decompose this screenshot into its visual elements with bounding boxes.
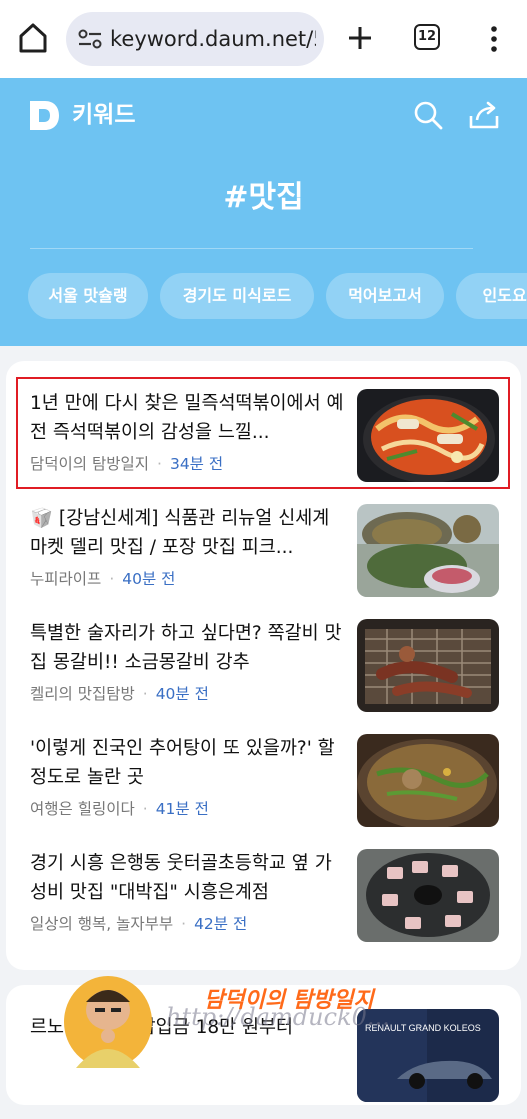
article-time: 41분 전: [155, 800, 209, 818]
keyword-header: 키워드 #맛집 서울 맛슐랭 경기도 미식로드 먹어보고서 인도요리: [0, 78, 527, 346]
tab-switcher-button[interactable]: 12: [414, 24, 440, 50]
article-source: 여행은 힐링이다: [30, 800, 135, 818]
article-title[interactable]: 특별한 술자리가 하고 싶다면? 쪽갈비 맛집 몽갈비!! 소금몽갈비 강추: [30, 619, 346, 677]
url-text[interactable]: keyword.daum.net/5: [110, 26, 316, 52]
watermark-title: 담덕이의 탐방일지: [204, 987, 374, 1013]
article-item[interactable]: 경기 시흥 은행동 웃터골초등학교 옆 가성비 맛집 "대박집" 시흥은계점 일…: [6, 849, 521, 959]
keyword-title: #맛집: [223, 180, 304, 215]
article-time: 40분 전: [122, 570, 176, 588]
daum-logo[interactable]: [28, 99, 61, 132]
article-time: 40분 전: [155, 685, 209, 703]
grilled-ribs-photo[interactable]: [357, 619, 499, 712]
search-icon[interactable]: [413, 100, 443, 130]
share-icon[interactable]: [468, 100, 500, 130]
article-source: 누피라이프: [30, 570, 102, 588]
divider: [30, 248, 473, 249]
avatar: [62, 970, 154, 1070]
selection-highlight: [16, 377, 510, 489]
article-item[interactable]: 특별한 술자리가 하고 싶다면? 쪽갈비 맛집 몽갈비!! 소금몽갈비 강추 켈…: [6, 619, 521, 729]
address-bar[interactable]: keyword.daum.net/5: [66, 12, 324, 66]
article-title[interactable]: 경기 시흥 은행동 웃터골초등학교 옆 가성비 맛집 "대박집" 시흥은계점: [30, 849, 346, 907]
chip-seoul[interactable]: 서울 맛슐랭: [28, 273, 148, 319]
article-title[interactable]: 🥡 [강남신세계] 식품관 리뉴얼 신세계 마켓 델리 맛집 / 포장 맛집 피…: [30, 504, 346, 562]
home-icon[interactable]: [18, 22, 48, 54]
keyword-chip-row: 서울 맛슐랭 경기도 미식로드 먹어보고서 인도요리: [0, 273, 527, 323]
chip-eat-report[interactable]: 먹어보고서: [326, 273, 444, 319]
more-menu-icon[interactable]: [486, 24, 502, 54]
browser-toolbar: keyword.daum.net/5 12: [0, 0, 527, 78]
article-time: 42분 전: [194, 915, 248, 933]
new-tab-icon[interactable]: [346, 24, 374, 52]
chip-gyeonggi[interactable]: 경기도 미식로드: [160, 273, 314, 319]
brand-label[interactable]: 키워드: [72, 100, 135, 130]
deli-food-photo[interactable]: [357, 504, 499, 597]
article-item[interactable]: '이렇게 진국인 추어탕이 또 있을까?' 할 정도로 놀란 곳 여행은 힐링이…: [6, 734, 521, 844]
site-settings-icon[interactable]: [78, 28, 102, 50]
article-meta: 누피라이프 · 40분 전: [30, 570, 176, 588]
article-source: 켈리의 맛집탐방: [30, 685, 135, 703]
article-item[interactable]: 🥡 [강남신세계] 식품관 리뉴얼 신세계 마켓 델리 맛집 / 포장 맛집 피…: [6, 504, 521, 614]
article-meta: 여행은 힐링이다 · 41분 전: [30, 800, 209, 818]
article-title[interactable]: '이렇게 진국인 추어탕이 또 있을까?' 할 정도로 놀란 곳: [30, 734, 346, 792]
bbq-grill-photo[interactable]: [357, 849, 499, 942]
chip-indian[interactable]: 인도요리: [456, 273, 527, 319]
loach-soup-photo[interactable]: [357, 734, 499, 827]
article-meta: 일상의 행복, 놀자부부 · 42분 전: [30, 915, 248, 933]
article-source: 일상의 행복, 놀자부부: [30, 915, 174, 933]
article-meta: 켈리의 맛집탐방 · 40분 전: [30, 685, 209, 703]
